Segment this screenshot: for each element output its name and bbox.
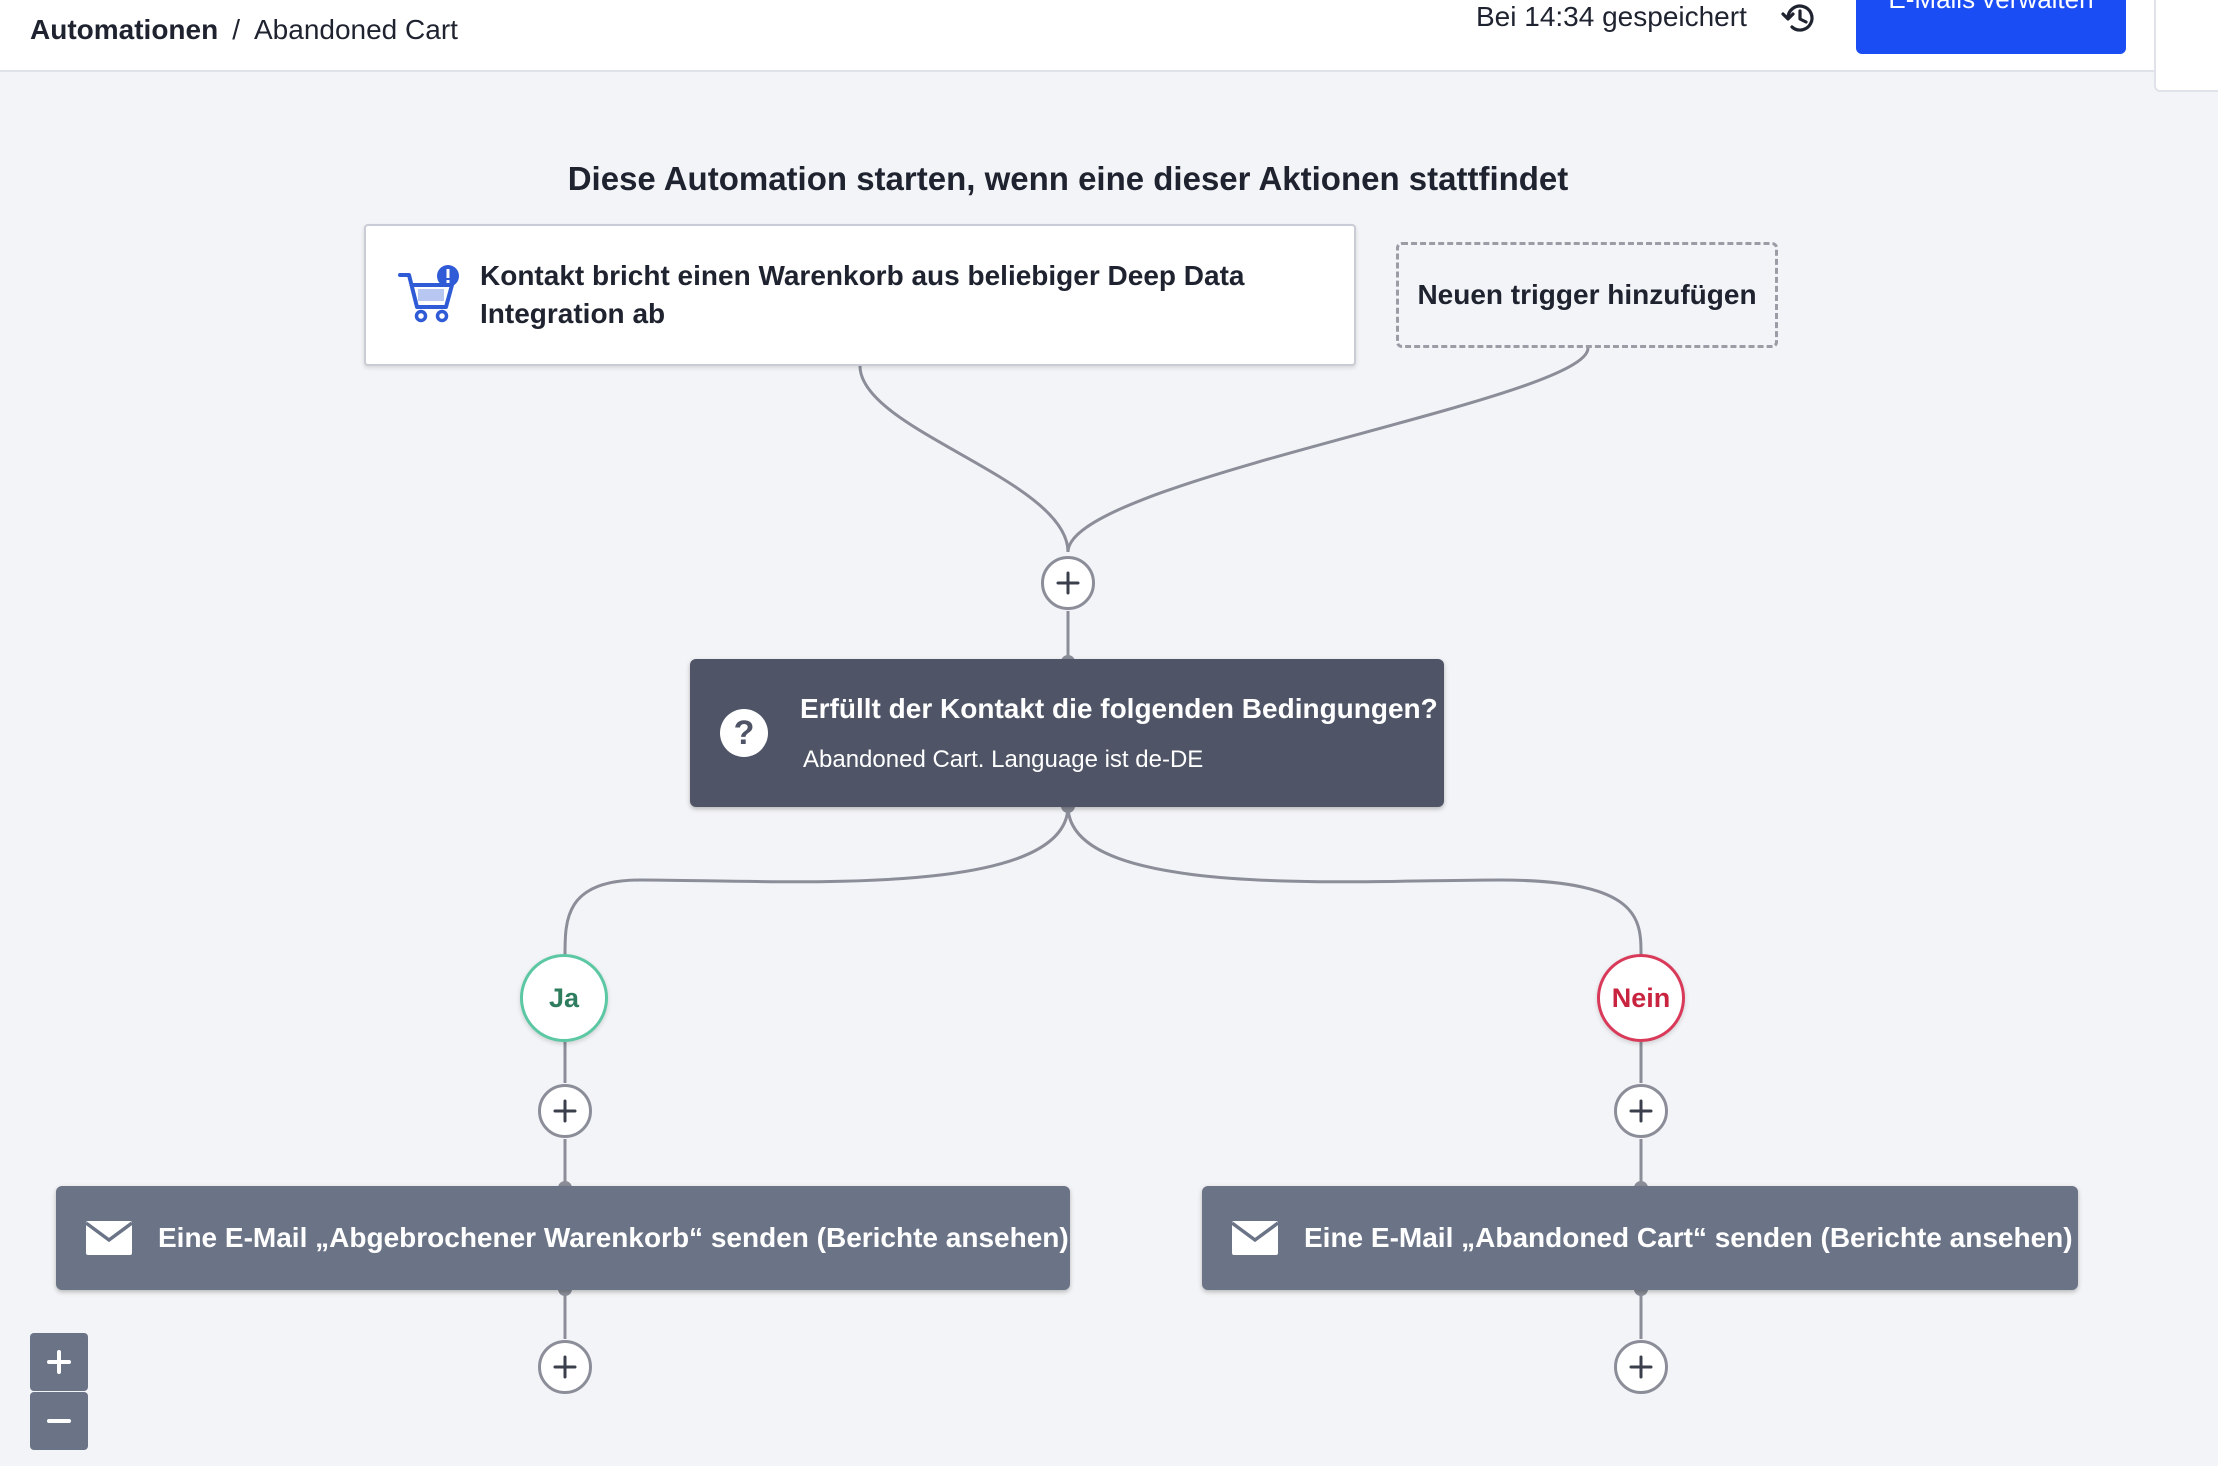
- workflow-heading: Diese Automation starten, wenn eine dies…: [567, 160, 1569, 197]
- header-side-panel: [2154, 0, 2218, 92]
- top-bar: Automationen / Abandoned Cart Bei 14:34 …: [0, 0, 2218, 92]
- plus-icon: [553, 1099, 577, 1123]
- trigger-label: Kontakt bricht einen Warenkorb aus belie…: [480, 260, 1245, 329]
- envelope-icon: [86, 1221, 132, 1255]
- email-action-yes[interactable]: Eine E-Mail „Abgebrochener Warenkorb“ se…: [56, 1186, 1070, 1290]
- saved-status: Bei 14:34 gespeichert: [1476, 1, 1747, 32]
- plus-icon: [1629, 1099, 1653, 1123]
- trigger-card[interactable]: Kontakt bricht einen Warenkorb aus belie…: [364, 224, 1356, 366]
- add-step-button[interactable]: [1041, 556, 1095, 610]
- history-button[interactable]: [1776, 0, 1824, 38]
- plus-icon: [1629, 1355, 1653, 1379]
- question-icon: ?: [720, 709, 768, 757]
- add-step-button-no-end[interactable]: [1614, 1340, 1668, 1394]
- zoom-out-icon: [47, 1419, 71, 1423]
- plus-icon: [1056, 571, 1080, 595]
- breadcrumb-separator: /: [232, 14, 240, 45]
- email-action-yes-label: Eine E-Mail „Abgebrochener Warenkorb“ se…: [158, 1222, 1069, 1253]
- breadcrumb-automations-link[interactable]: Automationen: [30, 14, 218, 46]
- condition-subtitle: Abandoned Cart. Language ist de-DE: [803, 746, 1204, 773]
- envelope-icon: [1232, 1221, 1278, 1255]
- zoom-in-button[interactable]: [30, 1333, 88, 1391]
- breadcrumb: Automationen / Abandoned Cart: [30, 14, 458, 46]
- zoom-out-button[interactable]: [30, 1392, 88, 1450]
- add-step-button-yes-end[interactable]: [538, 1340, 592, 1394]
- condition-card[interactable]: ? Erfüllt der Kontakt die folgenden Bedi…: [690, 659, 1444, 807]
- email-action-no[interactable]: Eine E-Mail „Abandoned Cart“ senden (Ber…: [1202, 1186, 2078, 1290]
- condition-title: Erfüllt der Kontakt die folgenden Beding…: [800, 693, 1438, 724]
- history-icon: [1781, 4, 1814, 32]
- add-trigger-button[interactable]: Neuen trigger hinzufügen: [1396, 242, 1778, 348]
- breadcrumb-current: Abandoned Cart: [254, 14, 458, 45]
- email-action-no-label: Eine E-Mail „Abandoned Cart“ senden (Ber…: [1304, 1222, 2073, 1253]
- manage-emails-button[interactable]: E-Mails verwalten: [1856, 0, 2126, 54]
- branch-no[interactable]: Nein: [1597, 954, 1685, 1042]
- plus-icon: [553, 1355, 577, 1379]
- zoom-in-icon: [47, 1350, 71, 1374]
- add-step-button-no[interactable]: [1614, 1084, 1668, 1138]
- cart-alert-icon: [398, 265, 459, 323]
- add-step-button-yes[interactable]: [538, 1084, 592, 1138]
- branch-yes[interactable]: Ja: [520, 954, 608, 1042]
